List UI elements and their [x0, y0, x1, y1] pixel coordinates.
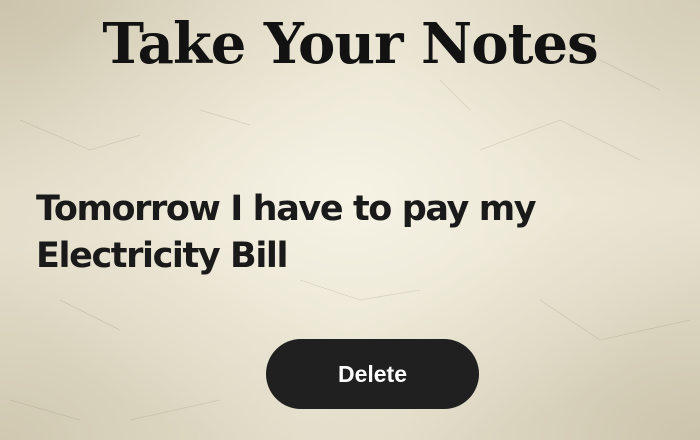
app-title: Take Your Notes	[102, 11, 598, 77]
delete-button[interactable]: Delete	[266, 339, 479, 409]
note-text: Tomorrow I have to pay my Electricity Bi…	[36, 189, 537, 276]
